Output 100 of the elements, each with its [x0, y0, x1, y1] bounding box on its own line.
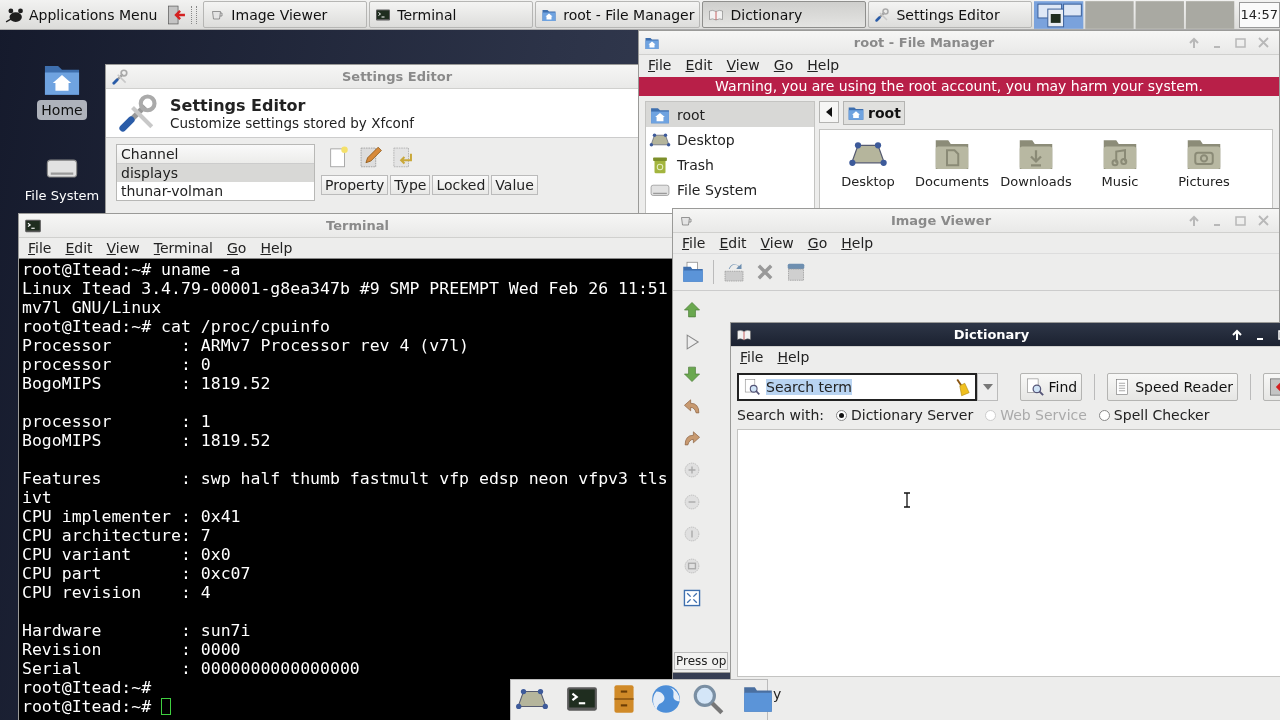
house-folder-icon	[847, 104, 865, 122]
menu-item[interactable]: Edit	[678, 57, 720, 73]
terminal-line: Revision : 0000	[22, 640, 241, 659]
clock: 14:57	[1238, 1, 1280, 28]
menu-item[interactable]: Go	[800, 235, 835, 251]
terminal-line: CPU part : 0xc07	[22, 564, 251, 583]
find-button[interactable]: Find	[1020, 373, 1083, 401]
menu-item[interactable]: Help	[253, 240, 300, 256]
sidebar-item[interactable]: File System	[646, 177, 814, 202]
menu-item[interactable]: View	[753, 235, 801, 251]
terminal-line: CPU revision : 4	[22, 583, 211, 602]
window-title: Settings Editor	[340, 69, 454, 84]
applications-menu-button[interactable]: Applications Menu	[0, 0, 162, 29]
open-folder-icon[interactable]	[681, 260, 705, 284]
desktop-icon-label[interactable]: Home	[37, 100, 87, 120]
menu-item[interactable]: Help	[834, 235, 881, 251]
terminal-line: Linux Itead 3.4.79-00001-g8ea347b #9 SMP PREEMPT Wed Feb 26 11:51	[22, 279, 668, 298]
terminal-line: Hardware : sun7i	[22, 621, 251, 640]
terminal-line: CPU architecture: 7	[22, 526, 211, 545]
dropdown-button[interactable]	[976, 373, 999, 401]
terminal-line: processor : 1	[22, 412, 211, 431]
menu-item[interactable]: View	[719, 57, 767, 73]
taskbar-button[interactable]: root - File Manager	[535, 1, 701, 28]
document-search-icon	[1025, 377, 1046, 397]
menu-item[interactable]: File	[21, 240, 59, 256]
radio-label[interactable]: Spell Checker	[1113, 407, 1210, 423]
file-label[interactable]: Documents	[914, 174, 990, 189]
dialog-subtitle: Customize settings stored by Xfconf	[170, 114, 415, 131]
dialog-heading: Settings Editor	[170, 95, 307, 115]
maximize-button[interactable]	[1234, 36, 1247, 49]
menu-item[interactable]: File	[733, 349, 771, 365]
logout-icon	[165, 3, 188, 26]
column-header[interactable]: Channel	[117, 145, 314, 164]
window-title: root - File Manager	[852, 35, 996, 50]
terminal-line: Processor : ARMv7 Processor rev 4 (v7l)	[22, 336, 470, 355]
close-button[interactable]	[1257, 36, 1270, 49]
channel-item[interactable]: thunar-volman	[117, 182, 314, 200]
menu-item[interactable]: Edit	[58, 240, 100, 256]
search-field[interactable]: Search term	[737, 373, 977, 401]
back-button[interactable]	[819, 101, 839, 123]
path-button[interactable]: root	[843, 101, 905, 125]
taskbar-button[interactable]: Terminal	[369, 1, 534, 28]
text-cursor	[161, 698, 172, 715]
document-search-icon	[743, 378, 761, 396]
back-arrow-icon	[825, 107, 833, 117]
column-header[interactable]: Property	[321, 175, 389, 195]
sidebar-item[interactable]: Desktop	[646, 127, 814, 152]
up-arrow-icon[interactable]	[681, 299, 703, 321]
menu-item[interactable]: Help	[770, 349, 817, 365]
terminal-line: mv7l GNU/Linux	[22, 298, 162, 317]
terminal-line: ivt	[22, 488, 52, 507]
terminal-line: root@Itead:~# uname -a	[22, 260, 241, 279]
caret-icon	[982, 384, 993, 390]
field-label: Search with:	[737, 407, 824, 423]
pencil-icon[interactable]	[357, 144, 383, 170]
logout-button[interactable]	[165, 3, 188, 26]
file-label[interactable]: Desktop	[841, 174, 895, 189]
terminal-line: root@Itead:~#	[22, 697, 152, 716]
text-cursor-icon	[903, 492, 911, 508]
taskbar-button[interactable]: Image Viewer	[203, 1, 368, 28]
close-button[interactable]	[1257, 214, 1270, 227]
menu-item[interactable]: Edit	[712, 235, 754, 251]
terminal-line: processor : 0	[22, 355, 211, 374]
menu-item[interactable]: File	[675, 235, 713, 251]
file-label[interactable]: Downloads	[1000, 174, 1072, 189]
sidebar-item[interactable]: Trash	[646, 152, 814, 177]
column-header[interactable]: Type	[390, 175, 431, 195]
terminal-line: CPU variant : 0x0	[22, 545, 231, 564]
column-header[interactable]: Value	[491, 175, 538, 195]
menu-item[interactable]: Go	[766, 57, 801, 73]
menu-item[interactable]: View	[99, 240, 147, 256]
window-title: Terminal	[325, 218, 390, 233]
fullscreen-icon[interactable]	[681, 587, 703, 609]
keep-above-button[interactable]	[1231, 328, 1244, 341]
status-bar: Press op	[674, 652, 729, 670]
workspace-switcher[interactable]	[1034, 0, 1235, 29]
terminal-line: root@Itead:~# cat /proc/cpuinfo	[22, 317, 330, 336]
radio-button[interactable]	[835, 409, 847, 421]
channel-item[interactable]: displays	[117, 164, 314, 182]
menu-item[interactable]: Terminal	[146, 240, 220, 256]
terminal-line: Features : swp half thumb fastmult vfp edsp neon vfpv3 tls	[22, 469, 668, 488]
terminal-line: CPU implementer : 0x41	[22, 507, 241, 526]
desktop-icon-label[interactable]: File System	[24, 186, 100, 205]
terminal-line: BogoMIPS : 1819.52	[22, 431, 271, 450]
down-arrow-icon[interactable]	[681, 363, 703, 385]
window-title: Dictionary	[952, 327, 1031, 342]
file-label[interactable]: Music	[1101, 174, 1139, 189]
taskbar-button[interactable]: Dictionary	[702, 1, 867, 28]
sidebar-item[interactable]: root	[646, 102, 814, 127]
radio-button[interactable]	[1098, 409, 1110, 421]
menu-item[interactable]: File	[641, 57, 679, 73]
speed-reader-button[interactable]: Speed Reader	[1107, 373, 1238, 401]
warning-banner: Warning, you are using the root account, you may harm your system.	[639, 77, 1279, 96]
menu-item[interactable]: Go	[220, 240, 254, 256]
radio-label[interactable]: Dictionary Server	[850, 407, 974, 423]
column-header[interactable]: Locked	[432, 175, 490, 195]
taskbar-button[interactable]: Settings Editor	[868, 1, 1033, 28]
menu-item[interactable]: Help	[800, 57, 847, 73]
file-label[interactable]: Pictures	[1178, 174, 1230, 189]
maximize-button[interactable]	[1234, 214, 1247, 227]
